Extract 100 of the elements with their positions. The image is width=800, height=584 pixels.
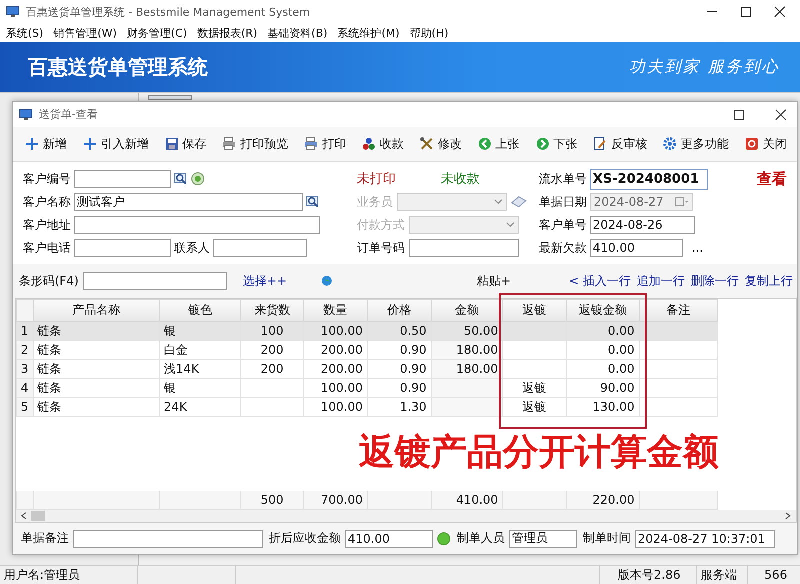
column-header[interactable]: 数量 <box>304 300 368 322</box>
table-cell: 200 <box>240 360 304 378</box>
status-dot-icon <box>437 532 451 546</box>
input-field[interactable] <box>73 530 263 548</box>
banner-slogan: 功夫到家 服务到心 <box>628 56 780 78</box>
balls-icon <box>362 137 376 151</box>
toolbar-button[interactable]: 更多功能 <box>661 134 732 154</box>
toolbar-button[interactable]: 保存 <box>162 134 209 154</box>
column-header[interactable]: 返镀 <box>502 300 567 322</box>
input-field[interactable] <box>213 239 307 257</box>
input-field[interactable]: 2024-08-26 <box>590 216 695 234</box>
table-row[interactable]: 2 链条 白金 200 200.00 0.90 180.00 0.00 <box>16 340 718 360</box>
table-cell: 银 <box>160 322 241 340</box>
status-text: 未打印 <box>357 171 397 188</box>
row-action-link[interactable]: 复制上行 <box>745 272 793 290</box>
globe-icon <box>321 275 334 287</box>
input-field[interactable]: 2024-08-27 10:37:01 <box>635 530 775 548</box>
status-user: 用户名:管理员 <box>0 566 138 584</box>
field-label: 客户地址 <box>23 216 71 234</box>
search-icon[interactable] <box>174 172 188 186</box>
toolbar-button[interactable]: 收款 <box>360 134 406 154</box>
field-label: 客户名称 <box>23 194 71 210</box>
field-label: 流水单号 <box>539 170 587 188</box>
table-cell: 白金 <box>160 340 241 360</box>
menu-item[interactable]: 数据报表(R) <box>197 26 258 40</box>
row-action-link[interactable]: 追加一行 <box>637 272 685 290</box>
menu-item[interactable]: 帮助(H) <box>410 26 449 40</box>
window-tab[interactable] <box>148 95 192 100</box>
menu-item[interactable]: 销售管理(W) <box>54 26 118 40</box>
toolbar-button[interactable]: 反审核 <box>591 134 650 154</box>
field-label: 客户单号 <box>539 216 587 234</box>
menu-item[interactable]: 系统维护(M) <box>338 26 400 40</box>
printer-icon <box>222 137 236 151</box>
app-icon <box>6 6 20 18</box>
total-cell: 410.00 <box>431 490 503 510</box>
tools-icon <box>420 137 434 151</box>
plus-icon <box>82 137 97 151</box>
input-field[interactable] <box>74 216 320 234</box>
field-label: 条形码(F4) <box>19 272 79 290</box>
close-icon[interactable] <box>775 108 787 120</box>
menu-item[interactable]: 系统(S) <box>6 26 44 40</box>
input-field[interactable] <box>74 170 171 188</box>
input-field[interactable]: 410.00 <box>590 239 683 257</box>
status-text: 未收款 <box>441 171 481 188</box>
input-field[interactable]: XS-202408001 <box>590 168 708 190</box>
field-label: 付款方式 <box>357 216 405 234</box>
row-number: 1 <box>16 322 33 340</box>
close-icon[interactable] <box>774 6 786 18</box>
row-action-link[interactable]: 删除一行 <box>691 272 739 290</box>
column-header[interactable]: 来货数 <box>240 300 304 322</box>
input-field[interactable] <box>82 272 227 290</box>
printer-icon <box>304 137 318 151</box>
column-header[interactable]: 镀色 <box>160 300 241 322</box>
field-label: 单据备注 <box>21 530 69 547</box>
scroll-thumb[interactable] <box>31 511 45 521</box>
table-cell: 100.00 <box>304 322 368 340</box>
table-row[interactable]: 4 链条 银 100.00 0.90 返镀 90.00 <box>16 378 718 398</box>
toolbar-button[interactable]: 新增 <box>23 134 69 154</box>
select-link[interactable]: 选择++ <box>242 272 288 290</box>
toolbar-button[interactable]: 关闭 <box>742 134 789 154</box>
table-cell: 返镀 <box>502 378 567 398</box>
status-version: 版本号2.86 <box>600 566 697 584</box>
maximize-icon[interactable] <box>733 108 745 120</box>
more-button[interactable]: ... <box>686 241 710 255</box>
input-field[interactable] <box>74 239 171 257</box>
toolbar-button[interactable]: 打印 <box>302 134 348 154</box>
search-icon[interactable] <box>306 195 320 209</box>
horizontal-scrollbar[interactable] <box>16 510 796 522</box>
total-cell: 220.00 <box>566 490 640 510</box>
menu-item[interactable]: 财务管理(C) <box>127 26 188 40</box>
input-field[interactable]: 管理员 <box>509 530 577 548</box>
input-field[interactable]: 410.00 <box>345 530 433 548</box>
input-field[interactable] <box>409 239 519 257</box>
window-title: 百惠送货单管理系统 - Bestsmile Management System <box>26 4 312 20</box>
toolbar-button[interactable]: 下张 <box>534 134 580 154</box>
menu-item[interactable]: 基础资料(B) <box>268 26 328 40</box>
toolbar-button[interactable]: 修改 <box>418 134 464 154</box>
chevron-down-icon <box>506 222 515 228</box>
column-header[interactable]: 金额 <box>431 300 503 322</box>
annotation-text: 返镀产品分开计算金额 <box>359 430 719 475</box>
toolbar-button[interactable]: 打印预览 <box>220 134 290 154</box>
field-label: 制单人员 <box>457 530 505 547</box>
column-header[interactable]: 备注 <box>639 300 718 322</box>
document-icon <box>593 137 608 151</box>
table-row[interactable]: 3 链条 浅14K 200 200.00 0.90 180.00 0.00 <box>16 360 718 378</box>
row-number: 3 <box>16 360 33 378</box>
toolbar-button[interactable]: 上张 <box>476 134 522 154</box>
toolbar-button[interactable]: 引入新增 <box>80 134 151 154</box>
table-row[interactable]: 1 链条 银 100 100.00 0.50 50.00 0.00 <box>16 322 718 340</box>
table-cell: 200 <box>240 340 304 360</box>
maximize-icon[interactable] <box>740 6 752 18</box>
column-header[interactable]: 产品名称 <box>33 300 160 322</box>
table-cell: 链条 <box>33 378 160 398</box>
table-cell: 100 <box>240 322 304 340</box>
column-header[interactable]: 返镀金额 <box>566 300 640 322</box>
column-header[interactable]: 价格 <box>368 300 432 322</box>
banner-title: 百惠送货单管理系统 <box>28 54 208 80</box>
row-action-link[interactable]: < 插入一行 <box>569 272 631 290</box>
input-field[interactable]: 测试客户 <box>74 193 303 211</box>
table-cell: 0.90 <box>368 340 432 360</box>
